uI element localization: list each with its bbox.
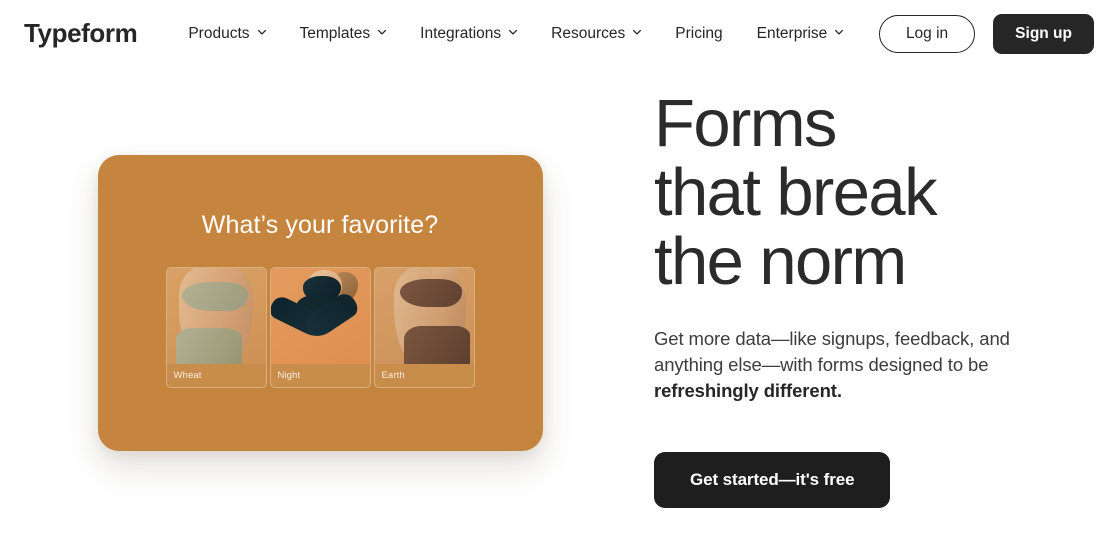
choice-image-earth — [375, 268, 474, 364]
nav-item-products[interactable]: Products — [171, 17, 282, 51]
subheading-text: Get more data—like signups, feedback, an… — [654, 328, 1010, 375]
chevron-down-icon — [377, 27, 386, 36]
nav-item-label: Enterprise — [757, 25, 828, 43]
choice-image-night — [271, 268, 370, 364]
nav-item-resources[interactable]: Resources — [534, 17, 658, 51]
hero-section: What’s your favorite? Wheat — [0, 67, 1116, 539]
nav-item-label: Pricing — [675, 25, 722, 43]
page-title: Forms that break the norm — [654, 89, 1046, 296]
form-preview-card: What’s your favorite? Wheat — [98, 155, 543, 451]
nav-item-label: Templates — [300, 25, 371, 43]
choice-label: Night — [271, 364, 370, 387]
typeform-logo[interactable]: Typeform — [24, 18, 137, 49]
chevron-down-icon — [257, 27, 266, 36]
hero-left-column: What’s your favorite? Wheat — [0, 67, 640, 451]
log-in-button[interactable]: Log in — [879, 15, 975, 53]
nav-item-label: Integrations — [420, 25, 501, 43]
nav-item-pricing[interactable]: Pricing — [658, 17, 739, 51]
headline-line-3: the norm — [654, 227, 1046, 296]
chevron-down-icon — [632, 27, 641, 36]
subheading-emphasis: refreshingly different. — [654, 380, 842, 401]
choice-label: Earth — [375, 364, 474, 387]
nav-item-templates[interactable]: Templates — [283, 17, 404, 51]
choice-label: Wheat — [167, 364, 266, 387]
sign-up-button[interactable]: Sign up — [993, 14, 1094, 54]
nav-item-enterprise[interactable]: Enterprise — [740, 17, 861, 51]
hero-right-column: Forms that break the norm Get more data—… — [640, 67, 1046, 508]
nav-actions: Log in Sign up — [879, 14, 1094, 54]
primary-nav: Products Templates Integrations Resource… — [171, 17, 879, 51]
choice-image-wheat — [167, 268, 266, 364]
top-navigation-bar: Typeform Products Templates Integrations… — [0, 0, 1116, 67]
hero-subheading: Get more data—like signups, feedback, an… — [654, 326, 1046, 404]
form-choice-night[interactable]: Night — [270, 267, 371, 388]
nav-item-integrations[interactable]: Integrations — [403, 17, 534, 51]
nav-item-label: Products — [188, 25, 249, 43]
chevron-down-icon — [508, 27, 517, 36]
form-question-text: What’s your favorite? — [202, 211, 438, 240]
form-choice-wheat[interactable]: Wheat — [166, 267, 267, 388]
headline-line-1: Forms — [654, 89, 1046, 158]
nav-item-label: Resources — [551, 25, 625, 43]
headline-line-2: that break — [654, 158, 1046, 227]
form-choice-list: Wheat Night — [166, 267, 475, 388]
chevron-down-icon — [834, 27, 843, 36]
get-started-button[interactable]: Get started—it's free — [654, 452, 890, 508]
form-choice-earth[interactable]: Earth — [374, 267, 475, 388]
